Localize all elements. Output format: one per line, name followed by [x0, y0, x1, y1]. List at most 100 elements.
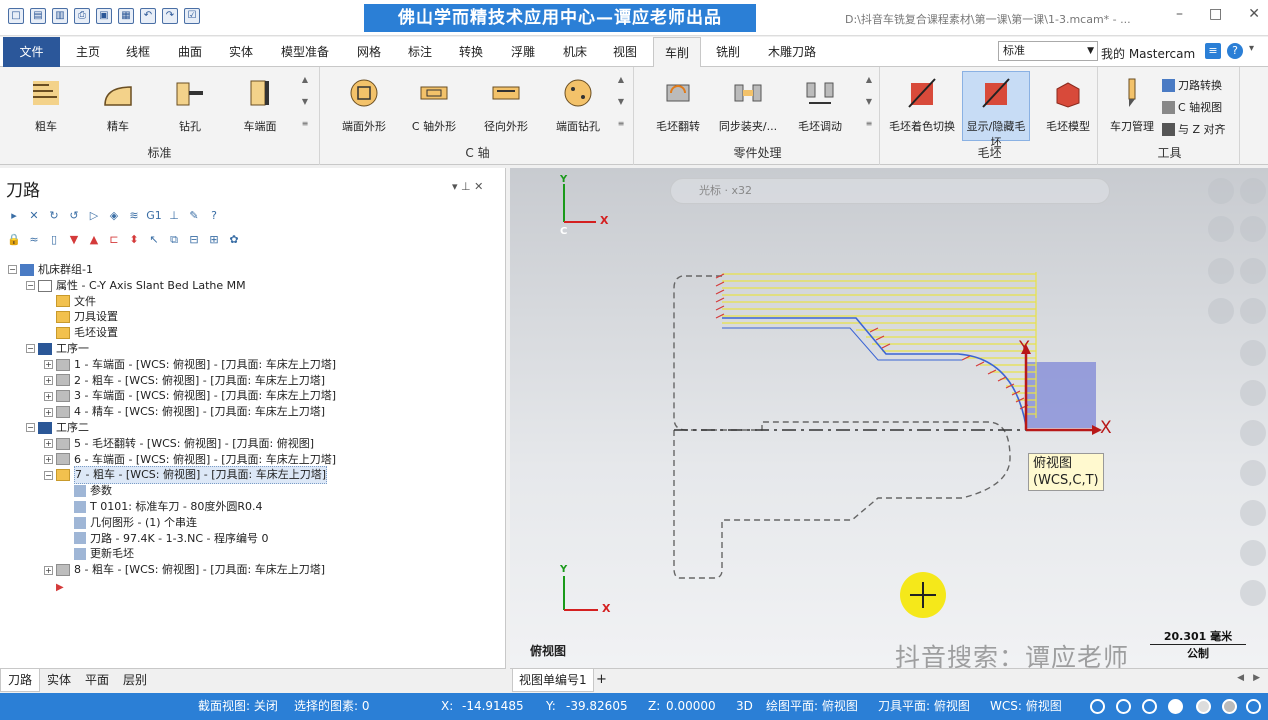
tab-relief[interactable]: 浮雕: [511, 37, 535, 67]
cube-icon[interactable]: [1240, 460, 1266, 486]
z-coordinate[interactable]: 0.00000: [666, 693, 716, 720]
move-up-icon[interactable]: ▲: [86, 232, 102, 248]
rotate-icon[interactable]: [1240, 258, 1266, 284]
tree-node[interactable]: 毛坯设置: [8, 325, 499, 341]
material-icon[interactable]: [1222, 699, 1237, 714]
add-viewsheet-button[interactable]: +: [596, 669, 607, 691]
pointer-icon[interactable]: ↖: [146, 232, 162, 248]
wcs-status[interactable]: WCS: 俯视图: [990, 693, 1062, 720]
panel-controls[interactable]: ▾ ⊥ ✕: [452, 180, 483, 193]
tab-toolpaths[interactable]: 刀路: [0, 669, 41, 692]
regen-dirty-icon[interactable]: ↺: [66, 208, 82, 224]
palette-icon[interactable]: [1240, 580, 1266, 606]
expand-icon[interactable]: ⊟: [186, 232, 202, 248]
wireframe-icon[interactable]: [1142, 699, 1157, 714]
open-folder-icon[interactable]: ▥: [52, 8, 68, 24]
draw-plane-status[interactable]: 绘图平面: 俯视图: [766, 693, 858, 720]
stock-transfer-button[interactable]: 毛坯调动: [786, 77, 854, 134]
tab-machine[interactable]: 机床: [563, 37, 587, 67]
scroll-left-icon[interactable]: ◀: [1237, 673, 1244, 683]
tab-home[interactable]: 主页: [76, 37, 100, 67]
scroll-down-icon[interactable]: ▼: [616, 97, 626, 106]
tree-node[interactable]: T 0101: 标准车刀 - 80度外圆R0.4: [8, 499, 499, 515]
tab-view[interactable]: 视图: [613, 37, 637, 67]
lathe-tool-manager-button[interactable]: 车刀管理: [1102, 77, 1162, 134]
tab-levels[interactable]: 层别: [116, 669, 154, 692]
tab-wood-router[interactable]: 木雕刀路: [768, 37, 816, 67]
expand-toggle-icon[interactable]: −: [26, 423, 35, 433]
tab-model-prep[interactable]: 模型准备: [281, 37, 329, 67]
chat-icon[interactable]: ≡: [1205, 43, 1221, 59]
align-z-item[interactable]: 与 Z 对齐: [1162, 121, 1226, 137]
dimension-icon[interactable]: [1240, 380, 1266, 406]
grid-icon[interactable]: [1116, 699, 1131, 714]
help-icon[interactable]: ?: [206, 208, 222, 224]
scroll-up-icon[interactable]: ▲: [616, 75, 626, 84]
stock-model-button[interactable]: 毛坯模型: [1034, 77, 1102, 134]
verify-icon[interactable]: ◈: [106, 208, 122, 224]
tree-node[interactable]: − 属性 - C-Y Axis Slant Bed Lathe MM: [8, 278, 499, 294]
drill-button[interactable]: 钻孔: [156, 77, 224, 134]
tree-node[interactable]: − 7 - 粗车 - [WCS: 俯视图] - [刀具面: 车床左上刀塔]: [8, 466, 499, 485]
tab-file[interactable]: 文件: [3, 37, 60, 67]
redo-icon[interactable]: ↷: [162, 8, 178, 24]
expand-toggle-icon[interactable]: +: [44, 439, 53, 449]
toggle-display-icon[interactable]: ≈: [26, 232, 42, 248]
regenerate-icon[interactable]: ↻: [46, 208, 62, 224]
expand-toggle-icon[interactable]: −: [26, 281, 35, 291]
insert-arrow-icon[interactable]: ⊏: [106, 232, 122, 248]
face-drill-button[interactable]: 端面钻孔: [544, 77, 612, 134]
tree-node[interactable]: ▶: [8, 578, 499, 594]
style-select[interactable]: 标准 ▼: [998, 41, 1098, 61]
lock-icon[interactable]: 🔒: [6, 232, 22, 248]
tab-dimension[interactable]: 标注: [408, 37, 432, 67]
view-cube-icon[interactable]: [1208, 178, 1234, 204]
help-icon[interactable]: ?: [1227, 43, 1243, 59]
copy-icon[interactable]: ⧉: [166, 232, 182, 248]
my-mastercam-link[interactable]: 我的 Mastercam: [1101, 45, 1195, 62]
save-as-icon[interactable]: ▦: [118, 8, 134, 24]
minimize-button[interactable]: –: [1176, 6, 1183, 22]
tab-lathe[interactable]: 车削: [653, 37, 701, 67]
tab-mill[interactable]: 铣削: [716, 37, 740, 67]
finish-button[interactable]: 精车: [84, 77, 152, 134]
wrench-icon[interactable]: ✎: [186, 208, 202, 224]
collapse-icon[interactable]: ⊞: [206, 232, 222, 248]
tab-solid[interactable]: 实体: [229, 37, 253, 67]
expand-toggle-icon[interactable]: −: [8, 265, 17, 275]
tree-node[interactable]: +8 - 粗车 - [WCS: 俯视图] - [刀具面: 车床左上刀塔]: [8, 562, 499, 578]
tab-mesh[interactable]: 网格: [357, 37, 381, 67]
color-icon[interactable]: [1240, 540, 1266, 566]
tree-node[interactable]: 参数: [8, 483, 499, 499]
zoom-in-icon[interactable]: [1240, 178, 1266, 204]
toggle-post-icon[interactable]: ▯: [46, 232, 62, 248]
simulate-icon[interactable]: ▷: [86, 208, 102, 224]
tree-node[interactable]: +2 - 粗车 - [WCS: 俯视图] - [刀具面: 车床左上刀塔]: [8, 373, 499, 389]
tab-transform[interactable]: 转换: [459, 37, 483, 67]
expand-toggle-icon[interactable]: +: [44, 407, 53, 417]
rough-button[interactable]: 粗车: [12, 77, 80, 134]
sphere-icon[interactable]: [1196, 699, 1211, 714]
scroll-up-icon[interactable]: ▲: [864, 75, 874, 84]
expand-gallery-icon[interactable]: ≡: [300, 119, 310, 128]
mode-3d[interactable]: 3D: [736, 693, 753, 720]
c-axis-view-item[interactable]: C 轴视图: [1162, 99, 1222, 115]
tree-node[interactable]: +1 - 车端面 - [WCS: 俯视图] - [刀具面: 车床左上刀塔]: [8, 357, 499, 373]
move-arrow-icon[interactable]: ⬍: [126, 232, 142, 248]
c-axis-contour-button[interactable]: C 轴外形: [400, 77, 468, 134]
expand-toggle-icon[interactable]: −: [44, 470, 53, 480]
tree-node[interactable]: 几何图形 - (1) 个串连: [8, 515, 499, 531]
globe-icon[interactable]: [1090, 699, 1105, 714]
tree-node[interactable]: +3 - 车端面 - [WCS: 俯视图] - [刀具面: 车床左上刀塔]: [8, 388, 499, 404]
tree-node[interactable]: 文件: [8, 294, 499, 310]
checkbox-icon[interactable]: ☑: [184, 8, 200, 24]
section-icon[interactable]: [1240, 500, 1266, 526]
transparency-icon[interactable]: [1246, 699, 1261, 714]
tree-node[interactable]: +6 - 车端面 - [WCS: 俯视图] - [刀具面: 车床左上刀塔]: [8, 452, 499, 468]
expand-toggle-icon[interactable]: +: [44, 565, 53, 575]
face-button[interactable]: 车端面: [226, 77, 294, 134]
gear-icon[interactable]: [1208, 258, 1234, 284]
expand-toggle-icon[interactable]: −: [26, 344, 35, 354]
tree-node[interactable]: 刀路 - 97.4K - 1-3.NC - 程序编号 0: [8, 531, 499, 547]
measure-icon[interactable]: [1240, 216, 1266, 242]
